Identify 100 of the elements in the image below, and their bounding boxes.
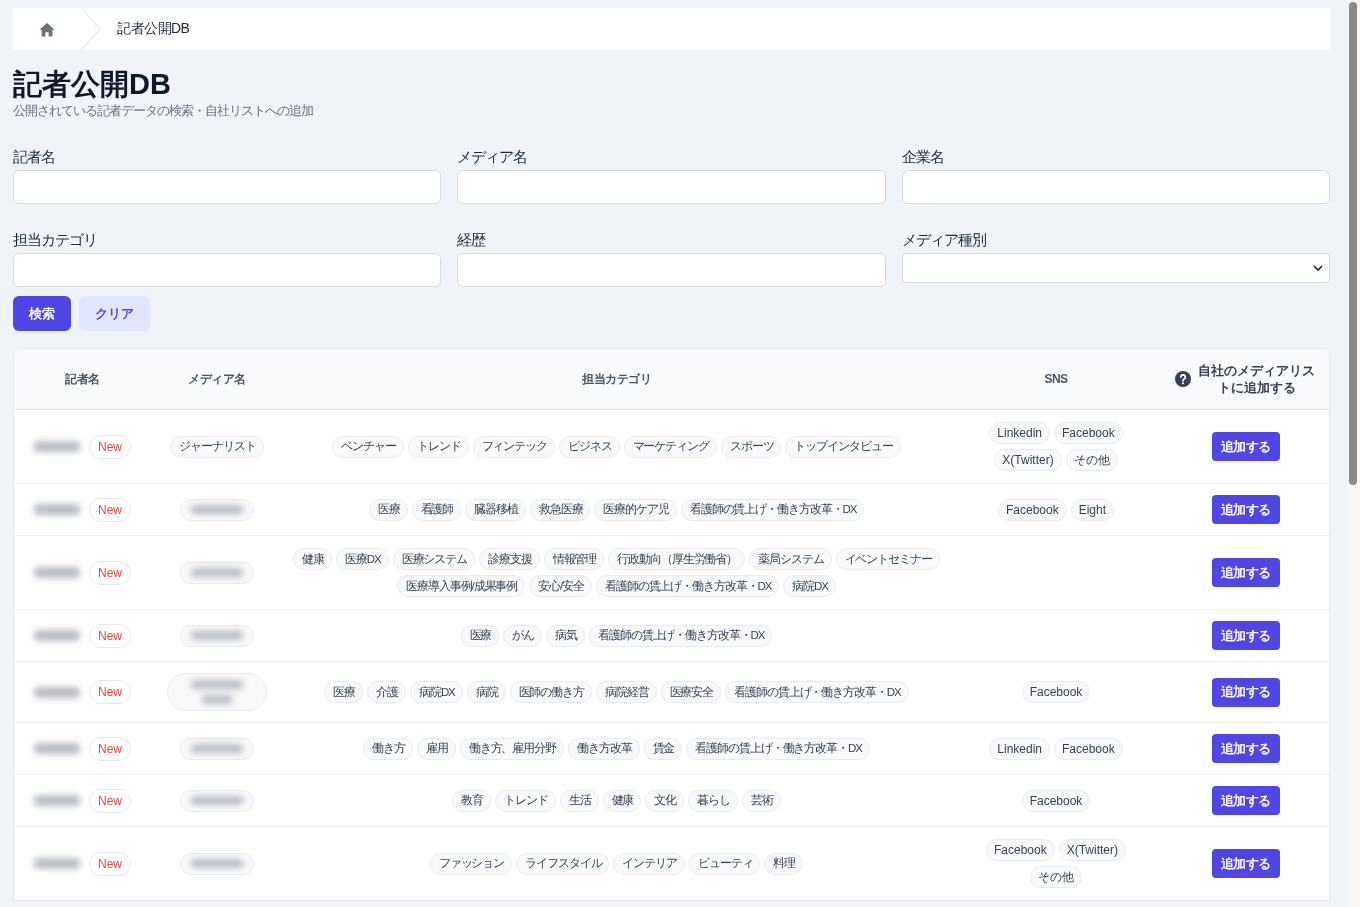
category-tag: 看護師 bbox=[411, 498, 462, 521]
text-field[interactable] bbox=[13, 253, 442, 287]
page-title: 記者公開DB bbox=[13, 67, 172, 102]
new-badge: New bbox=[89, 680, 131, 704]
category-tag: 行政動向（厚生労働省） bbox=[608, 548, 746, 570]
add-button[interactable]: 追加する bbox=[1211, 677, 1280, 707]
category-tag: イベントセミナー bbox=[835, 548, 940, 570]
category-tag: 賃金 bbox=[643, 737, 683, 760]
column-header: メディア名 bbox=[188, 370, 246, 388]
text-field[interactable] bbox=[901, 170, 1330, 204]
sns-tag: Facebook bbox=[1054, 737, 1123, 760]
home-icon[interactable] bbox=[38, 21, 55, 37]
field-label: 経歴 bbox=[457, 230, 487, 250]
category-tag: 文化 bbox=[645, 789, 685, 812]
category-tag: 医療DX bbox=[336, 548, 389, 570]
text-field[interactable] bbox=[457, 253, 886, 287]
category-tag: 芸術 bbox=[741, 789, 781, 812]
text-field[interactable] bbox=[13, 170, 442, 204]
category-tag: トレンド bbox=[407, 435, 469, 458]
add-button[interactable]: 追加する bbox=[1211, 432, 1280, 461]
category-tag: 病院 bbox=[466, 681, 506, 703]
field-label: 企業名 bbox=[901, 147, 945, 167]
category-tag: 看護師の賃上げ・働き方改革・DX bbox=[595, 575, 780, 597]
category-tag: 医療 bbox=[460, 624, 500, 647]
category-tag: 医療的ケア児 bbox=[594, 498, 677, 521]
category-tag: 臓器移植 bbox=[465, 498, 526, 521]
media-tag: ジャーナリスト bbox=[170, 435, 264, 458]
add-button[interactable]: 追加する bbox=[1211, 495, 1280, 524]
category-tag: がん bbox=[503, 624, 543, 647]
blurred-name bbox=[34, 743, 80, 754]
category-tag: 看護師の賃上げ・働き方改革・DX bbox=[680, 498, 865, 521]
category-tag: インテリア bbox=[613, 852, 685, 875]
new-badge: New bbox=[89, 560, 131, 585]
category-tag: ライフスタイル bbox=[516, 852, 610, 875]
page-subtitle: 公開されている記者データの検索・自社リストへの追加 bbox=[13, 103, 314, 120]
field-label: メディア名 bbox=[457, 147, 529, 167]
column-header: SNS bbox=[1044, 372, 1068, 386]
clear-button[interactable]: クリア bbox=[79, 296, 150, 331]
sns-tag: Facebook bbox=[1054, 422, 1123, 444]
new-badge: New bbox=[89, 788, 131, 813]
add-button[interactable]: 追加する bbox=[1211, 558, 1280, 587]
blurred-name bbox=[34, 795, 80, 806]
category-tag: 医療システム bbox=[392, 548, 476, 570]
new-badge: New bbox=[89, 851, 131, 876]
select-field[interactable] bbox=[901, 253, 1330, 283]
sns-tag: Facebook bbox=[1021, 789, 1091, 812]
add-button[interactable]: 追加する bbox=[1211, 734, 1280, 763]
add-button[interactable]: 追加する bbox=[1211, 621, 1280, 650]
text-field[interactable] bbox=[457, 170, 886, 204]
chevron-down-icon bbox=[1313, 265, 1323, 271]
new-badge: New bbox=[89, 623, 131, 648]
blurred-name bbox=[34, 567, 80, 578]
sns-tag: Eight bbox=[1070, 498, 1115, 521]
category-tag: スポーツ bbox=[720, 435, 782, 458]
sns-tag: Linkedin bbox=[989, 737, 1050, 760]
field-label: 記者名 bbox=[13, 147, 56, 167]
category-tag: 健康 bbox=[602, 789, 642, 812]
column-header: 担当カテゴリ bbox=[582, 370, 651, 388]
category-tag: 雇用 bbox=[417, 737, 456, 760]
search-button[interactable]: 検索 bbox=[13, 296, 71, 331]
category-tag: 医療 bbox=[368, 498, 408, 521]
category-tag: 働き方、雇用分野 bbox=[459, 737, 564, 760]
new-badge: New bbox=[89, 497, 131, 522]
category-tag: 病院経営 bbox=[595, 681, 657, 703]
category-tag: 看護師の賃上げ・働き方改革・DX bbox=[725, 681, 909, 703]
category-tag: 暮らし bbox=[688, 789, 738, 812]
sns-tag: Facebook bbox=[1021, 681, 1091, 703]
add-button[interactable]: 追加する bbox=[1211, 849, 1280, 878]
blurred-name bbox=[34, 686, 80, 698]
help-icon[interactable] bbox=[1174, 371, 1191, 387]
blurred-name bbox=[34, 858, 80, 869]
category-tag: ビューティ bbox=[688, 852, 761, 875]
chevron-icon bbox=[80, 8, 101, 50]
category-tag: 医師の働き方 bbox=[509, 681, 592, 703]
new-badge: New bbox=[89, 736, 131, 761]
category-tag: 働き方改革 bbox=[568, 737, 640, 760]
category-tag: 診療支援 bbox=[479, 548, 540, 570]
category-tag: 医療導入事例/成果事例 bbox=[397, 575, 526, 597]
category-tag: 病気 bbox=[546, 624, 585, 647]
new-badge: New bbox=[89, 434, 131, 459]
category-tag: 安心/安全 bbox=[529, 575, 592, 597]
category-tag: 介護 bbox=[367, 681, 407, 703]
field-label: 担当カテゴリ bbox=[13, 230, 98, 250]
category-tag: 病院DX bbox=[783, 575, 836, 597]
sns-tag: その他 bbox=[1030, 866, 1082, 888]
category-tag: ファッション bbox=[429, 852, 513, 875]
category-tag: 健康 bbox=[293, 548, 333, 570]
sns-tag: Facebook bbox=[997, 498, 1067, 521]
category-tag: 料理 bbox=[764, 852, 804, 875]
category-tag: トップインタビュー bbox=[785, 435, 901, 458]
category-tag: マーケティング bbox=[623, 435, 717, 458]
sns-tag: X(Twitter) bbox=[994, 449, 1062, 471]
category-tag: ベンチャー bbox=[332, 435, 404, 458]
add-button[interactable]: 追加する bbox=[1211, 786, 1280, 815]
scrollbar-thumb[interactable] bbox=[1349, 2, 1357, 485]
sns-tag: X(Twitter) bbox=[1058, 839, 1126, 861]
category-tag: 医療 bbox=[324, 681, 364, 703]
category-tag: フィンテック bbox=[472, 435, 555, 458]
sns-tag: Linkedin bbox=[989, 422, 1050, 444]
column-header: 記者名 bbox=[65, 370, 100, 388]
